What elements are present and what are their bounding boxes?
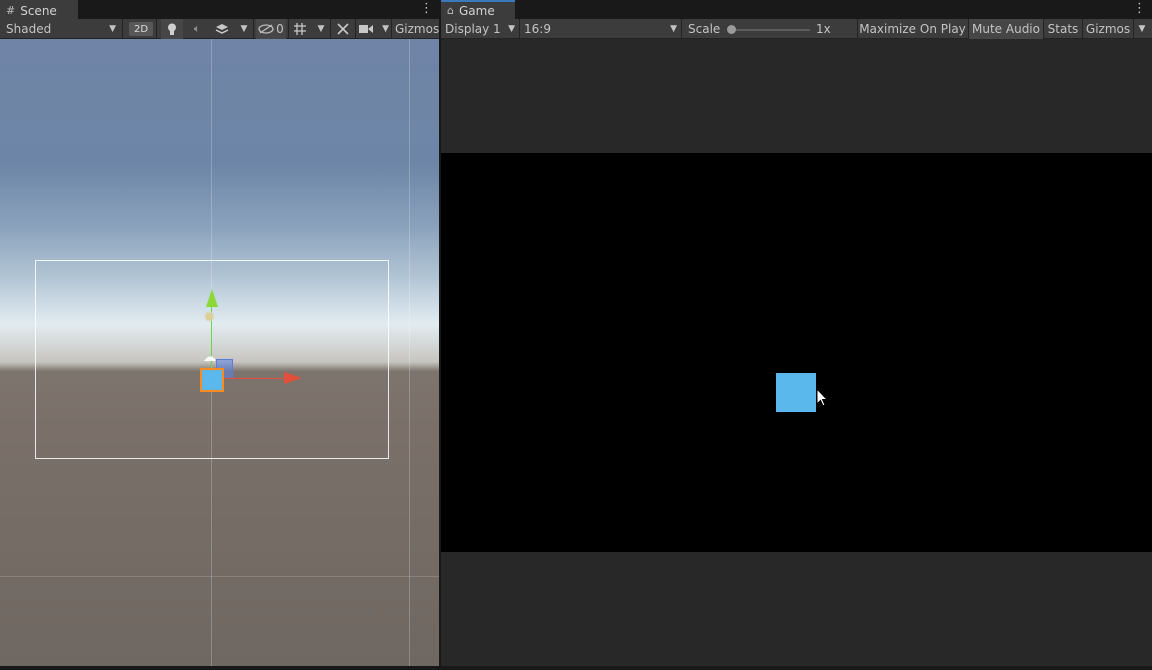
display-dropdown[interactable]: Display 1 ▼ <box>441 19 519 39</box>
grid-icon <box>294 23 306 35</box>
effects-dropdown[interactable]: ▼ <box>238 19 250 39</box>
lightbulb-icon <box>168 23 176 35</box>
mute-label: Mute Audio <box>972 22 1040 36</box>
tab-scene[interactable]: # Scene <box>0 0 78 19</box>
mouse-cursor-icon <box>816 388 829 407</box>
game-gizmos-button[interactable]: Gizmos <box>1083 19 1133 39</box>
scene-gizmos-button[interactable]: Gizmos <box>394 19 439 39</box>
camera-icon <box>359 25 373 33</box>
maximize-label: Maximize On Play <box>859 22 966 36</box>
aspect-dropdown[interactable]: 16:9 ▼ <box>520 19 681 39</box>
2d-toggle-label: 2D <box>134 23 149 35</box>
display-label: Display 1 <box>445 22 501 36</box>
scene-panel: # Scene ⋮ Shaded ▼ 2D 🔈︎ ▼ 0 ▼ ▼ Gizmos … <box>0 0 439 670</box>
game-viewport[interactable] <box>441 39 1152 666</box>
grid-line <box>0 576 439 577</box>
chevron-down-icon: ▼ <box>382 24 389 34</box>
game-menu-icon[interactable]: ⋮ <box>1133 2 1146 15</box>
chevron-down-icon: ▼ <box>670 24 677 34</box>
tools-toggle[interactable] <box>333 19 353 39</box>
aspect-label: 16:9 <box>524 22 551 36</box>
game-cube <box>776 373 816 412</box>
scene-toolbar: Shaded ▼ 2D 🔈︎ ▼ 0 ▼ ▼ Gizmos <box>0 19 439 39</box>
panel-border <box>0 666 439 670</box>
gizmos-dropdown[interactable]: ▼ <box>1135 19 1149 39</box>
gamepad-icon: ⌂ <box>447 4 454 17</box>
tools-icon <box>337 23 349 35</box>
stats-toggle[interactable]: Stats <box>1044 19 1082 39</box>
tab-game-label: Game <box>458 3 495 18</box>
scene-viewport[interactable]: ✹ ☁︎ <box>0 39 439 666</box>
chevron-down-icon: ▼ <box>240 24 248 34</box>
audio-toggle[interactable]: 🔈︎ <box>186 19 208 39</box>
draw-mode-label: Shaded <box>6 22 52 36</box>
speaker-icon: 🔈︎ <box>193 22 201 35</box>
scene-gizmos-label: Gizmos <box>395 22 439 36</box>
scale-slider-track[interactable] <box>733 29 810 31</box>
lighting-toggle[interactable] <box>161 19 183 39</box>
stats-label: Stats <box>1047 22 1079 36</box>
chevron-down-icon: ▼ <box>109 24 116 34</box>
game-panel: ⌂ Game ⋮ Display 1 ▼ 16:9 ▼ Scale 1x Max… <box>441 0 1152 670</box>
tab-game[interactable]: ⌂ Game <box>441 0 515 19</box>
chevron-down-icon: ▼ <box>1138 24 1146 34</box>
layers-icon <box>215 24 229 34</box>
grid-line <box>409 39 410 666</box>
tab-scene-label: Scene <box>20 3 57 18</box>
mute-audio-toggle[interactable]: Mute Audio <box>969 19 1043 39</box>
hidden-count: 0 <box>276 22 284 36</box>
hidden-objects-toggle[interactable]: 0 <box>256 19 286 39</box>
scale-label: Scale <box>688 22 721 36</box>
effects-toggle[interactable] <box>211 19 233 39</box>
game-render-area[interactable] <box>441 153 1152 552</box>
grid-dropdown[interactable]: ▼ <box>314 19 328 39</box>
game-tab-bar: ⌂ Game ⋮ <box>441 0 1152 19</box>
chevron-down-icon: ▼ <box>317 24 325 34</box>
x-axis-arrow-icon[interactable] <box>284 372 302 384</box>
2d-toggle-button[interactable]: 2D <box>129 22 154 36</box>
chevron-down-icon: ▼ <box>508 24 515 34</box>
gear-icon: ✹ <box>203 308 216 326</box>
scene-menu-icon[interactable]: ⋮ <box>420 2 433 15</box>
maximize-on-play-toggle[interactable]: Maximize On Play <box>858 19 967 39</box>
scene-tab-bar: # Scene ⋮ <box>0 0 439 19</box>
game-gizmos-label: Gizmos <box>1085 22 1131 36</box>
draw-mode-dropdown[interactable]: Shaded ▼ <box>0 19 122 39</box>
eye-off-icon <box>258 24 274 34</box>
y-axis-arrow-icon[interactable] <box>206 289 218 307</box>
grid-toggle[interactable] <box>290 19 310 39</box>
light-gizmo-icon: ☁︎ <box>203 350 216 365</box>
scale-value: 1x <box>816 22 831 36</box>
selected-object[interactable] <box>200 368 224 392</box>
x-axis-handle[interactable] <box>222 378 287 379</box>
hash-icon: # <box>6 4 16 17</box>
panel-border <box>441 666 1152 670</box>
camera-settings-dropdown[interactable]: ▼ <box>359 19 389 39</box>
scale-slider-thumb[interactable] <box>727 25 736 34</box>
